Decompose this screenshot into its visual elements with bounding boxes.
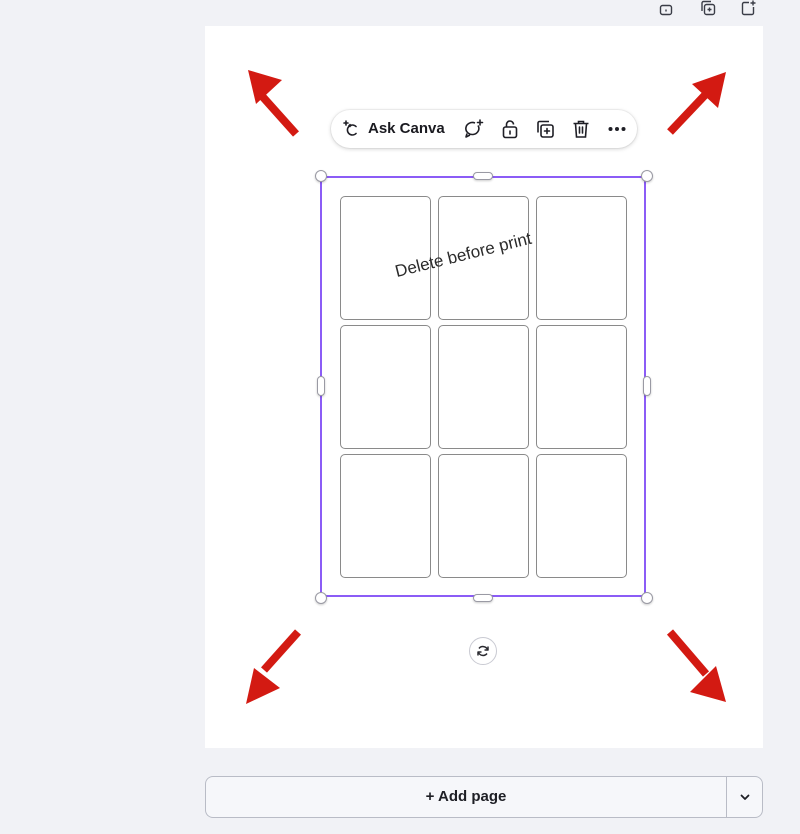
grid-cell [438, 325, 529, 449]
arrow-top-left-icon [248, 70, 299, 137]
arrow-top-right-icon [667, 72, 726, 135]
resize-handle-right[interactable] [643, 376, 651, 396]
grid-cell [340, 325, 431, 449]
duplicate-icon[interactable] [535, 119, 555, 139]
resize-handle-bottom-left[interactable] [315, 592, 327, 604]
resize-handle-top-right[interactable] [641, 170, 653, 182]
more-icon[interactable] [607, 119, 627, 139]
element-toolbar: Ask Canva [331, 110, 637, 148]
ask-canva-button[interactable]: Ask Canva [368, 120, 445, 137]
arrow-bottom-right-icon [666, 629, 726, 702]
resize-handle-top-left[interactable] [315, 170, 327, 182]
lock-page-icon[interactable] [658, 0, 674, 16]
ask-canva-sparkle-icon[interactable] [341, 119, 361, 139]
duplicate-page-icon[interactable] [700, 0, 716, 16]
grid-cell [536, 196, 627, 320]
chevron-down-icon [740, 794, 750, 800]
grid-cell [340, 454, 431, 578]
arrow-bottom-left-icon [246, 629, 301, 704]
comment-icon[interactable] [463, 119, 485, 139]
grid-cell [536, 325, 627, 449]
resize-handle-bottom[interactable] [473, 594, 493, 602]
grid-cell [536, 454, 627, 578]
resize-handle-left[interactable] [317, 376, 325, 396]
add-page-button[interactable]: + Add page [205, 776, 726, 818]
resize-handle-bottom-right[interactable] [641, 592, 653, 604]
rotate-button[interactable] [469, 637, 497, 665]
delete-icon[interactable] [571, 119, 591, 139]
rotate-icon [477, 645, 489, 657]
lock-icon[interactable] [500, 119, 520, 139]
resize-handle-top[interactable] [473, 172, 493, 180]
add-page-dropdown-button[interactable] [726, 776, 763, 818]
add-page-icon[interactable] [740, 0, 756, 16]
grid-cell [438, 454, 529, 578]
